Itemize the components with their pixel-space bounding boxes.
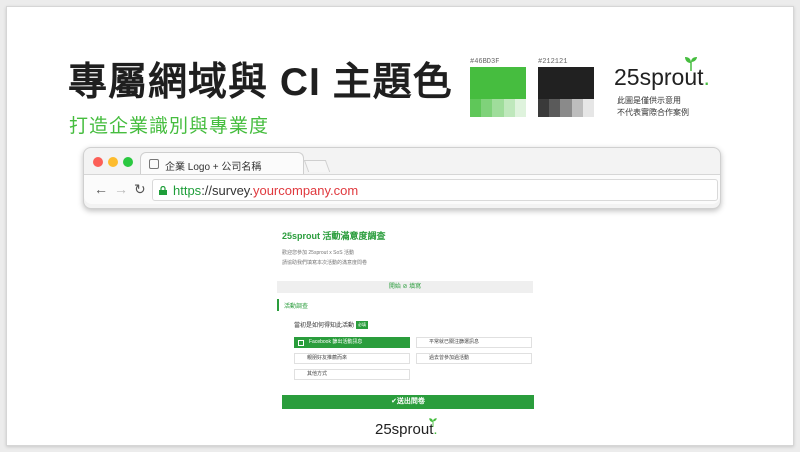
browser-window-mockup: 企業 Logo + 公司名稱 ← → ↻ https://survey.your… bbox=[83, 147, 721, 209]
dark-swatch-main bbox=[538, 67, 594, 99]
maximize-traffic-light-icon bbox=[123, 157, 133, 167]
form-title: 25sprout 活動滿意度調查 bbox=[282, 231, 386, 241]
disclaimer-text: 此圖是僅供示意用 不代表實際合作案例 bbox=[617, 96, 689, 117]
question-label: 當初是如何得知此活動 必填 bbox=[294, 321, 369, 330]
dark-swatch bbox=[538, 67, 595, 117]
footer-sprout-icon bbox=[429, 418, 437, 427]
option-friend-referral[interactable]: 親朋好友推薦而來 bbox=[294, 353, 410, 364]
new-tab-button[interactable] bbox=[303, 160, 331, 172]
form-description-line-2: 請協助我們填寫本次活動的滿意度問卷 bbox=[282, 260, 368, 266]
forward-arrow-icon[interactable]: → bbox=[114, 181, 128, 197]
checkbox-icon bbox=[298, 340, 304, 346]
sprout-icon bbox=[685, 57, 697, 71]
browser-tab[interactable]: 企業 Logo + 公司名稱 bbox=[140, 152, 304, 174]
dark-swatch-label: #212121 bbox=[538, 58, 568, 66]
lock-icon bbox=[159, 186, 167, 195]
address-bar[interactable]: https://survey.yourcompany.com bbox=[152, 179, 718, 201]
green-swatch-label: #46BD3F bbox=[470, 58, 500, 66]
green-swatch bbox=[470, 67, 527, 117]
slide-title: 專屬網域與 CI 主題色 bbox=[68, 61, 453, 104]
presentation-slide: 專屬網域與 CI 主題色 打造企業識別與專業度 #46BD3F #212121 … bbox=[6, 6, 794, 446]
section-header: 活動調查 bbox=[277, 299, 533, 311]
option-other[interactable]: 其他方式 bbox=[294, 369, 410, 380]
browser-toolbar: ← → ↻ https://survey.yourcompany.com bbox=[84, 174, 720, 204]
option-past-attendee[interactable]: 過去曾參加過活動 bbox=[416, 353, 532, 364]
url-text: https://survey.yourcompany.com bbox=[173, 183, 359, 198]
survey-form-preview: 25sprout 活動滿意度調查 歡迎您參加 25sprout x SoS 活動… bbox=[272, 219, 538, 419]
start-filling-bar[interactable]: 開始 ⊘ 填寫 bbox=[277, 281, 533, 293]
page-icon bbox=[149, 159, 159, 169]
slide-subtitle: 打造企業識別與專業度 bbox=[69, 116, 270, 137]
back-arrow-icon[interactable]: ← bbox=[94, 181, 108, 197]
form-description-line-1: 歡迎您參加 25sprout x SoS 活動 bbox=[282, 250, 354, 256]
tab-title: 企業 Logo + 公司名稱 bbox=[165, 162, 262, 173]
minimize-traffic-light-icon bbox=[108, 157, 118, 167]
required-badge: 必填 bbox=[356, 321, 369, 330]
green-swatch-main bbox=[470, 67, 526, 99]
option-following[interactable]: 平常就已關注篩選訊息 bbox=[416, 337, 532, 348]
dark-swatch-tints bbox=[538, 99, 595, 117]
submit-button[interactable]: ✔送出問卷 bbox=[282, 395, 534, 409]
option-facebook[interactable]: Facebook 篩出活動訊息 bbox=[294, 337, 410, 348]
close-traffic-light-icon bbox=[93, 157, 103, 167]
green-swatch-tints bbox=[470, 99, 527, 117]
reload-icon[interactable]: ↻ bbox=[134, 181, 146, 198]
